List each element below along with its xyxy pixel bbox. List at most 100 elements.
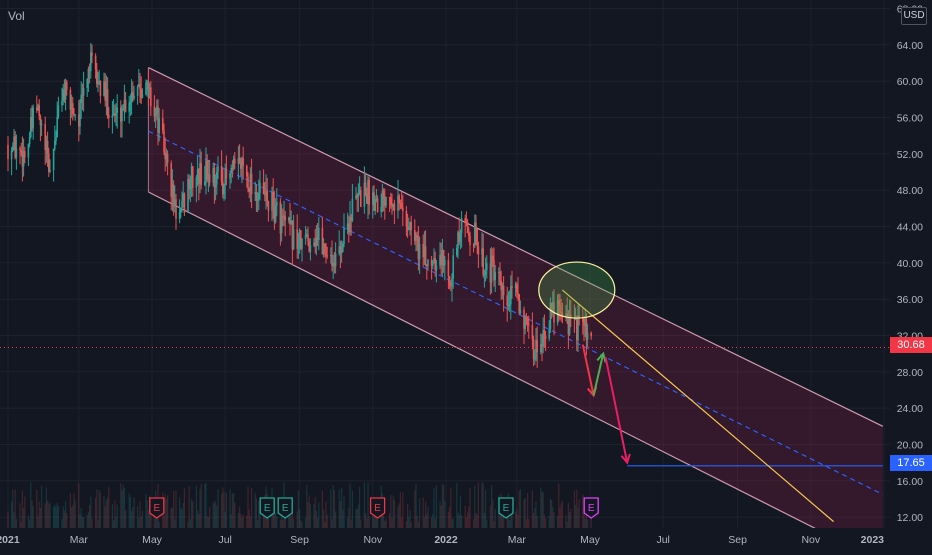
candle-body bbox=[154, 113, 157, 117]
volume-bar bbox=[72, 504, 74, 528]
volume-bar bbox=[29, 519, 31, 528]
candle-body bbox=[158, 118, 160, 134]
volume-bar bbox=[113, 520, 115, 528]
volume-bar bbox=[527, 492, 529, 528]
volume-bar bbox=[83, 516, 85, 528]
candle-body bbox=[258, 193, 260, 199]
candle-body bbox=[324, 244, 326, 246]
candle-body bbox=[66, 81, 68, 90]
candle-body bbox=[72, 103, 74, 114]
volume-bar bbox=[293, 518, 295, 528]
volume-bar bbox=[384, 521, 386, 528]
volume-bar bbox=[534, 508, 536, 528]
candle-body bbox=[536, 340, 538, 353]
volume-bar bbox=[409, 510, 411, 528]
volume-bar bbox=[217, 489, 219, 528]
candle-body bbox=[74, 114, 76, 116]
candle-body bbox=[543, 329, 546, 337]
earnings-letter: E bbox=[503, 503, 510, 514]
candle-body bbox=[424, 246, 427, 265]
candle-body bbox=[301, 238, 303, 249]
candle-body bbox=[220, 166, 223, 182]
candle-body bbox=[20, 150, 22, 153]
candle-body bbox=[402, 207, 404, 211]
volume-bar bbox=[525, 519, 527, 528]
volume-bar bbox=[81, 517, 83, 528]
candle-body bbox=[325, 245, 327, 256]
volume-bar bbox=[86, 515, 88, 528]
candle-body bbox=[178, 212, 181, 219]
volume-bar bbox=[224, 511, 226, 528]
candle-body bbox=[544, 336, 547, 339]
volume-bar bbox=[65, 501, 67, 528]
volume-bar bbox=[73, 492, 75, 528]
volume-bar bbox=[318, 502, 320, 528]
regression-channel bbox=[147, 67, 884, 550]
candle-body bbox=[183, 193, 186, 213]
candle-body bbox=[56, 116, 58, 138]
earnings-letter: E bbox=[153, 503, 160, 514]
candle-body bbox=[475, 222, 477, 230]
volume-bar bbox=[570, 508, 572, 528]
candle-body bbox=[82, 88, 85, 96]
candle-body bbox=[116, 107, 118, 113]
volume-bar bbox=[372, 516, 374, 528]
volume-bar bbox=[189, 519, 191, 528]
volume-bar bbox=[98, 489, 100, 528]
volume-bar bbox=[468, 506, 470, 528]
candle-body bbox=[368, 179, 370, 205]
time-axis[interactable]: 2021 Mar May Jul Sep Nov 2022 Mar May Jul Sep Nov 20… bbox=[0, 528, 932, 550]
volume-bar bbox=[444, 500, 446, 528]
price-chart[interactable]: EEEEEE bbox=[0, 0, 932, 550]
volume-bar bbox=[314, 497, 316, 528]
volume-bar bbox=[54, 504, 56, 528]
currency-button[interactable]: USD bbox=[901, 7, 927, 25]
candle-body bbox=[548, 329, 550, 339]
volume-bar bbox=[37, 516, 39, 528]
volume-bar bbox=[87, 511, 89, 528]
volume-bar bbox=[141, 511, 143, 528]
volume-bar bbox=[397, 506, 399, 528]
volume-bar bbox=[11, 501, 13, 528]
volume-bar bbox=[275, 512, 277, 528]
candle-body bbox=[259, 182, 261, 194]
volume-bar bbox=[216, 505, 218, 528]
volume-bar bbox=[541, 492, 543, 528]
price-axis[interactable]: 12.0016.0020.0024.0028.0032.0036.0040.00… bbox=[890, 0, 932, 528]
candle-body bbox=[55, 137, 57, 141]
volume-bar bbox=[350, 519, 352, 528]
volume-bar bbox=[299, 509, 301, 528]
candle-body bbox=[524, 316, 526, 329]
volume-bar bbox=[215, 500, 217, 528]
volume-bar bbox=[331, 519, 333, 528]
volume-bar bbox=[116, 504, 118, 528]
volume-bar bbox=[108, 486, 110, 528]
candle-body bbox=[343, 228, 345, 245]
volume-bar bbox=[433, 487, 435, 528]
volume-bar bbox=[323, 509, 325, 528]
candle-body bbox=[525, 316, 528, 318]
volume-bar bbox=[174, 519, 176, 528]
volume-bar bbox=[139, 500, 141, 528]
candle-body bbox=[466, 221, 469, 234]
candle-body bbox=[217, 166, 219, 172]
candle-body bbox=[502, 285, 505, 296]
volume-bar bbox=[179, 497, 181, 528]
time-tick-label: Nov bbox=[363, 534, 382, 546]
earnings-letter: E bbox=[374, 503, 381, 514]
candle-body bbox=[477, 246, 480, 255]
candle-body bbox=[129, 101, 132, 103]
volume-bar bbox=[355, 508, 357, 528]
volume-bar bbox=[55, 507, 57, 528]
volume-bar bbox=[164, 494, 166, 528]
candle-body bbox=[238, 158, 241, 163]
volume-bar bbox=[432, 513, 434, 528]
volume-bar bbox=[300, 520, 302, 528]
volume-bar bbox=[145, 493, 147, 528]
volume-bar bbox=[347, 518, 349, 528]
candle-body bbox=[266, 190, 268, 202]
candle-body bbox=[296, 229, 298, 249]
volume-bar bbox=[451, 518, 453, 528]
volume-bar bbox=[105, 499, 107, 528]
volume-bar bbox=[477, 482, 479, 528]
